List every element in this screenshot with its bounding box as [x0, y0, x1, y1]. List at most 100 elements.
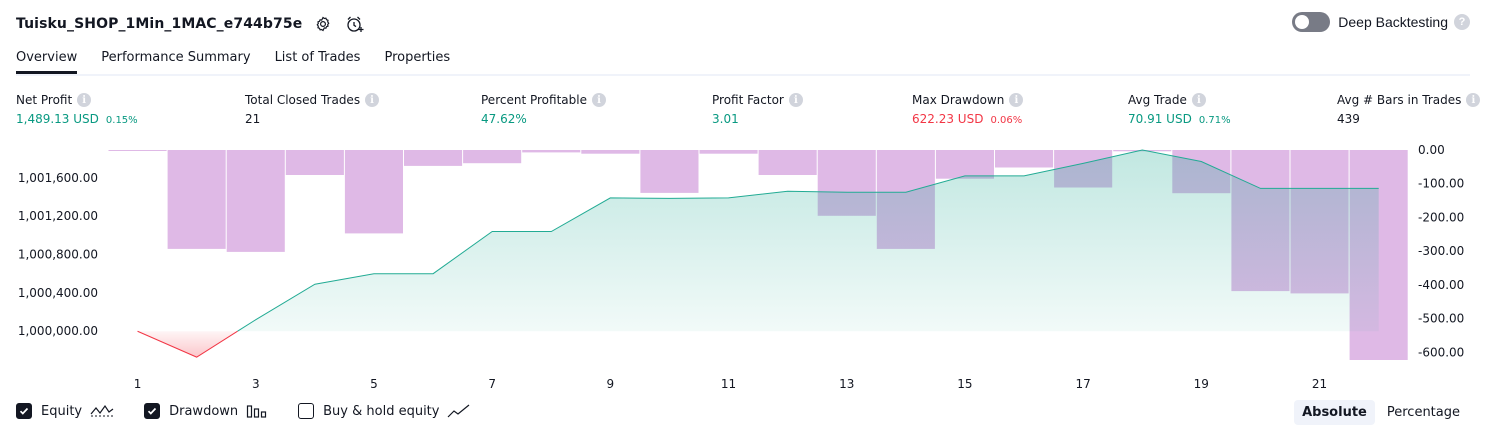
info-icon[interactable]: i — [591, 93, 606, 107]
metric-label: Total Closed Trades — [245, 93, 361, 107]
drawdown-bar — [404, 150, 463, 166]
deep-backtesting-toggle[interactable] — [1292, 12, 1331, 32]
metric-percent: 0.15% — [105, 115, 138, 126]
right-axis-tick-label: -300.00 — [1418, 244, 1464, 258]
left-axis-tick-label: 1,001,600.00 — [18, 171, 98, 185]
legend-equity[interactable]: Equity — [16, 403, 114, 419]
equity-drawdown-chart: 1,000,000.00 1,000,400.00 1,000,800.00 1,00… — [18, 143, 1464, 391]
metric-percent: 0.06% — [990, 115, 1023, 126]
absolute-button[interactable]: Absolute — [1294, 400, 1375, 425]
right-axis-tick-label: -400.00 — [1418, 278, 1464, 292]
info-icon[interactable]: i — [1466, 93, 1481, 107]
drawdown-bar — [758, 150, 817, 175]
metric-total-closed-trades: Total Closed Trades i 21 — [245, 93, 380, 126]
strategy-title: Tuisku_SHOP_1Min_1MAC_e744b75e — [16, 16, 303, 32]
metric-label: Net Profit — [16, 93, 73, 107]
drawdown-bar — [167, 150, 226, 249]
drawdown-bar — [285, 150, 344, 175]
metric-value: 21 — [245, 112, 261, 126]
chart-legend: Equity Drawdown Buy & hold equity — [16, 403, 501, 419]
metric-value: 47.62% — [481, 112, 527, 126]
x-axis-tick-label: 11 — [721, 377, 736, 391]
metric-value: 439 — [1337, 112, 1360, 126]
metric-value: 1,489.13 USD — [16, 112, 99, 126]
left-axis-tick-label: 1,000,800.00 — [18, 248, 98, 262]
help-icon[interactable]: ? — [1454, 14, 1470, 30]
add-alert-clock-icon[interactable] — [344, 13, 366, 35]
right-axis-tick-label: 0.00 — [1418, 143, 1445, 157]
buy-hold-line-icon — [447, 403, 471, 419]
report-tabs: Overview Performance Summary List of Tra… — [16, 44, 1470, 76]
x-axis-tick-label: 21 — [1312, 377, 1327, 391]
percentage-button[interactable]: Percentage — [1379, 400, 1468, 425]
right-axis-tick-label: -600.00 — [1418, 346, 1464, 360]
right-axis-tick-label: -500.00 — [1418, 312, 1464, 326]
legend-label: Equity — [41, 403, 83, 419]
gear-icon[interactable] — [312, 13, 334, 35]
tab-performance-summary[interactable]: Performance Summary — [101, 44, 250, 74]
legend-label: Drawdown — [169, 403, 239, 419]
drawdown-bar — [640, 150, 699, 193]
metric-label: Percent Profitable — [481, 93, 587, 107]
left-axis-tick-label: 1,000,000.00 — [18, 324, 98, 338]
legend-buy-hold[interactable]: Buy & hold equity — [298, 403, 471, 419]
equity-checkbox[interactable] — [16, 403, 32, 419]
info-icon[interactable]: i — [788, 93, 803, 107]
metric-avg-trade: Avg Trade i 70.91 USD 0.71% — [1128, 93, 1231, 126]
drawdown-bar — [995, 150, 1054, 168]
metric-value: 70.91 USD — [1128, 112, 1192, 126]
legend-label: Buy & hold equity — [323, 403, 440, 419]
x-axis-tick-label: 17 — [1075, 377, 1090, 391]
drawdown-bar — [108, 150, 167, 151]
drawdown-bar — [522, 150, 581, 153]
x-axis-tick-label: 15 — [957, 377, 972, 391]
metric-percent: 0.71% — [1198, 115, 1231, 126]
equity-line-icon — [90, 403, 114, 419]
metric-label: Profit Factor — [712, 93, 784, 107]
drawdown-bar — [463, 150, 522, 164]
equity-profit-area — [237, 150, 1379, 332]
metric-value: 622.23 USD — [912, 112, 984, 126]
x-axis-tick-label: 1 — [134, 377, 142, 391]
right-axis-tick-label: -200.00 — [1418, 211, 1464, 225]
metric-avg-bars-in-trades: Avg # Bars in Trades i 439 — [1337, 93, 1481, 126]
right-axis-tick-label: -100.00 — [1418, 177, 1464, 191]
drawdown-bars-icon — [246, 403, 268, 419]
tab-list-of-trades[interactable]: List of Trades — [275, 44, 361, 74]
x-axis-tick-label: 3 — [252, 377, 260, 391]
x-axis-tick-label: 19 — [1194, 377, 1209, 391]
metrics-row: Net Profit i 1,489.13 USD 0.15% Total Clos… — [0, 93, 1486, 133]
buy-hold-checkbox[interactable] — [298, 403, 315, 419]
metric-label: Max Drawdown — [912, 93, 1005, 107]
info-icon[interactable]: i — [77, 93, 92, 107]
info-icon[interactable]: i — [1009, 93, 1024, 107]
metric-percent-profitable: Percent Profitable i 47.62% — [481, 93, 606, 126]
strategy-header: Tuisku_SHOP_1Min_1MAC_e744b75e — [16, 12, 366, 36]
x-axis-tick-label: 7 — [488, 377, 496, 391]
drawdown-checkbox[interactable] — [144, 403, 161, 419]
info-icon[interactable]: i — [365, 93, 380, 107]
x-axis-tick-label: 9 — [606, 377, 614, 391]
drawdown-bar — [344, 150, 403, 234]
metric-label: Avg Trade — [1128, 93, 1187, 107]
left-axis-tick-label: 1,001,200.00 — [18, 209, 98, 223]
metric-label: Avg # Bars in Trades — [1337, 93, 1462, 107]
drawdown-bar — [581, 150, 640, 154]
tab-overview[interactable]: Overview — [16, 44, 78, 74]
deep-backtesting-control: Deep Backtesting ? — [1292, 12, 1470, 32]
legend-drawdown[interactable]: Drawdown — [144, 403, 268, 419]
left-axis-tick-label: 1,000,400.00 — [18, 286, 98, 300]
metric-profit-factor: Profit Factor i 3.01 — [712, 93, 803, 126]
x-axis-tick-label: 13 — [839, 377, 854, 391]
info-icon[interactable]: i — [1191, 93, 1206, 107]
metric-value: 3.01 — [712, 112, 739, 126]
drawdown-bar — [699, 150, 758, 154]
deep-backtesting-label: Deep Backtesting — [1338, 14, 1448, 30]
metric-max-drawdown: Max Drawdown i 622.23 USD 0.06% — [912, 93, 1024, 126]
metric-net-profit: Net Profit i 1,489.13 USD 0.15% — [16, 93, 138, 126]
value-mode-switch: Absolute Percentage — [1290, 400, 1468, 425]
x-axis-tick-label: 5 — [370, 377, 378, 391]
drawdown-bar — [935, 150, 994, 179]
tab-properties[interactable]: Properties — [384, 44, 450, 74]
drawdown-bar — [226, 150, 285, 252]
